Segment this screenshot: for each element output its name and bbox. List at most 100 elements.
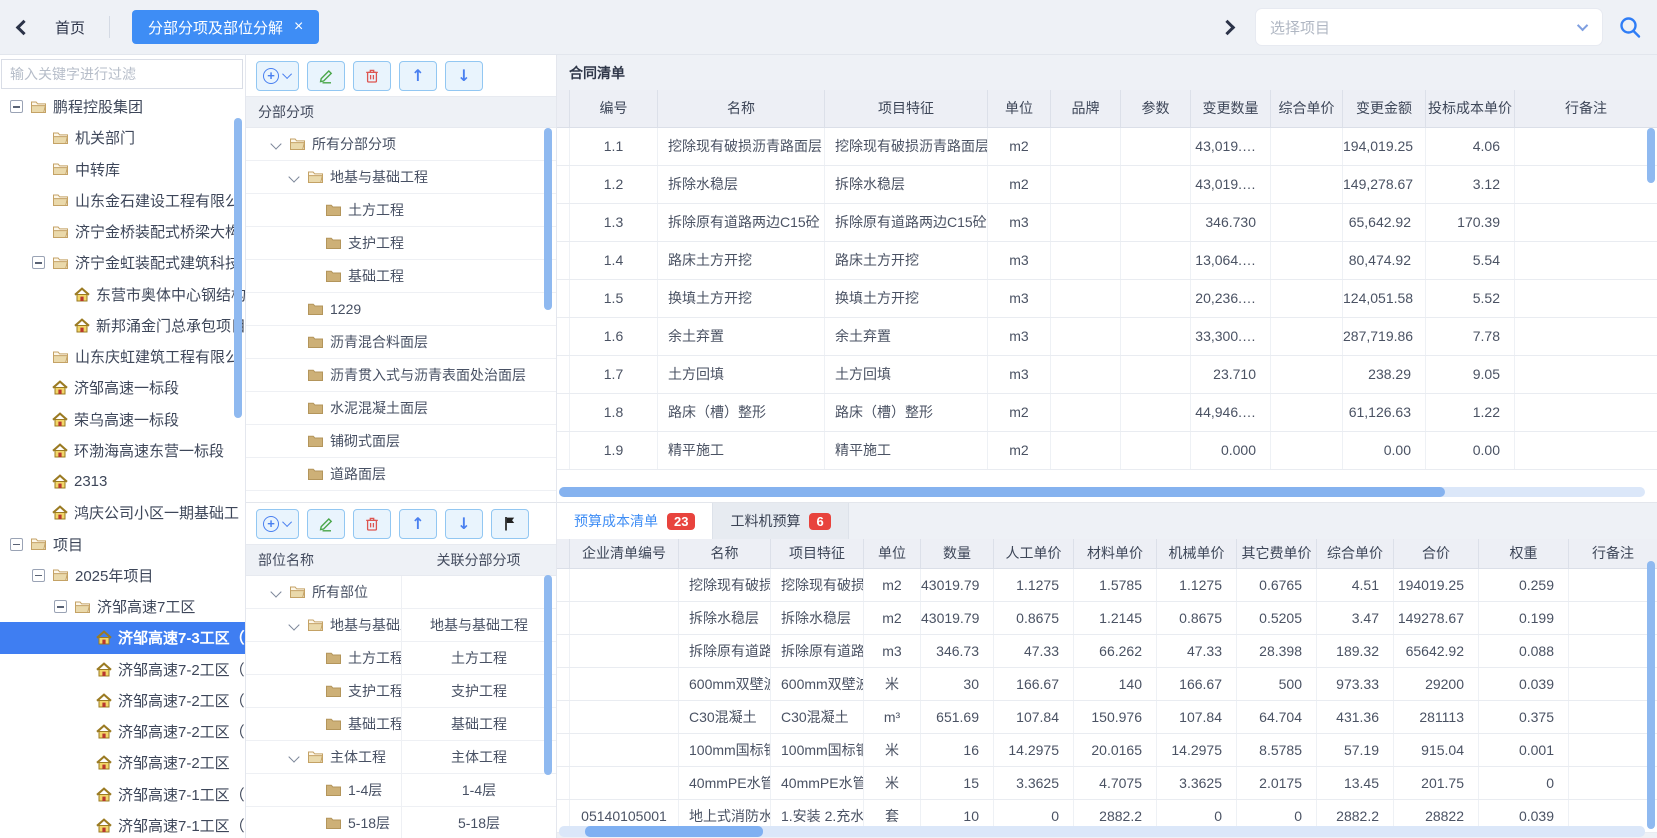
close-icon[interactable]: × bbox=[294, 19, 303, 35]
contract-table-row[interactable]: 1.5 换填土方开挖 换填土方开挖 m3 20,236.… 124,051.58… bbox=[557, 280, 1657, 318]
row-handle[interactable] bbox=[557, 318, 570, 355]
division-tree-row[interactable]: 水泥混凝土面层 bbox=[246, 392, 556, 425]
budget-table-row[interactable]: C30混凝土 C30混凝土 m³ 651.69 107.84 150.976 1… bbox=[557, 701, 1657, 734]
move-up-button[interactable]: ↑ bbox=[399, 509, 437, 539]
forward-icon[interactable] bbox=[1220, 19, 1236, 35]
sidebar-tree-item[interactable]: 荣乌高速一标段 bbox=[0, 404, 245, 435]
row-handle[interactable] bbox=[557, 356, 570, 393]
back-icon[interactable] bbox=[16, 19, 32, 35]
sidebar-tree-item[interactable]: 济邹高速一标段 bbox=[0, 372, 245, 403]
add-button[interactable]: + bbox=[256, 509, 299, 539]
move-down-button[interactable]: ↓ bbox=[445, 509, 483, 539]
col-header[interactable]: 企业清单编号 bbox=[570, 539, 679, 568]
delete-button[interactable] bbox=[353, 61, 391, 91]
chevron-down-icon[interactable] bbox=[288, 171, 299, 182]
contract-hscroll-thumb[interactable] bbox=[559, 487, 1445, 497]
add-button[interactable]: + bbox=[256, 61, 299, 91]
col-header[interactable]: 行备注 bbox=[1515, 90, 1657, 127]
col-header[interactable]: 人工单价 bbox=[994, 539, 1074, 568]
division-tree-row[interactable]: 道路面层 bbox=[246, 458, 556, 491]
collapse-box-icon[interactable] bbox=[32, 256, 45, 269]
col-header[interactable]: 数量 bbox=[921, 539, 994, 568]
sidebar-tree-item[interactable]: 机关部门 bbox=[0, 122, 245, 153]
sidebar-tree-item[interactable]: 济宁金桥装配式桥梁大构 bbox=[0, 216, 245, 247]
tab-budget-cost-list[interactable]: 预算成本清单 23 bbox=[557, 503, 713, 539]
part-tree-row[interactable]: 支护工程 支护工程 bbox=[246, 675, 556, 708]
col-header[interactable]: 参数 bbox=[1121, 90, 1191, 127]
budget-table-row[interactable]: 挖除现有破损沥青路面层 挖除现有破损沥青路面层 m2 43019.79 1.12… bbox=[557, 569, 1657, 602]
col-header[interactable]: 综合单价 bbox=[1271, 90, 1343, 127]
row-handle[interactable] bbox=[557, 668, 570, 700]
sidebar-tree-item[interactable]: 济邹高速7工区 bbox=[0, 591, 245, 622]
budget-table-row[interactable]: 拆除原有道路两边C15砼 拆除原有道路两边C15砼 m3 346.73 47.3… bbox=[557, 635, 1657, 668]
division-tree-row[interactable]: 地基与基础工程 bbox=[246, 161, 556, 194]
division-scrollbar[interactable] bbox=[544, 128, 552, 310]
sidebar-tree-item[interactable]: 济邹高速7-2工区（ bbox=[0, 654, 245, 685]
col-header[interactable]: 项目特征 bbox=[771, 539, 864, 568]
contract-table-row[interactable]: 1.4 路床土方开挖 路床土方开挖 m3 13,064.… 80,474.92 … bbox=[557, 242, 1657, 280]
budget-vscroll-thumb[interactable] bbox=[1647, 561, 1655, 829]
budget-table-row[interactable]: 600mm双壁波纹管 600mm双壁波纹管 米 30 166.67 140 16… bbox=[557, 668, 1657, 701]
sidebar-tree-item[interactable]: 济邹高速7-1工区（ bbox=[0, 779, 245, 810]
part-tree-row[interactable]: 地基与基础工程 地基与基础工程 bbox=[246, 609, 556, 642]
row-handle[interactable] bbox=[557, 734, 570, 766]
division-tree-row[interactable]: 支护工程 bbox=[246, 227, 556, 260]
sidebar-tree-item[interactable]: 山东庆虹建筑工程有限公 bbox=[0, 341, 245, 372]
col-header[interactable]: 名称 bbox=[658, 90, 825, 127]
col-header[interactable]: 行备注 bbox=[1569, 539, 1657, 568]
collapse-box-icon[interactable] bbox=[32, 569, 45, 582]
sidebar-tree-item[interactable]: 鹏程控股集团 bbox=[0, 91, 245, 122]
collapse-box-icon[interactable] bbox=[10, 538, 23, 551]
contract-table-row[interactable]: 1.2 拆除水稳层 拆除水稳层 m2 43,019.… 149,278.67 3… bbox=[557, 166, 1657, 204]
sidebar-tree-item[interactable]: 济宁金虹装配式建筑科技 bbox=[0, 247, 245, 278]
contract-table-row[interactable]: 1.7 土方回填 土方回填 m3 23.710 238.29 9.05 bbox=[557, 356, 1657, 394]
sidebar-tree-item[interactable]: 2313 bbox=[0, 466, 245, 497]
col-header[interactable]: 品牌 bbox=[1051, 90, 1121, 127]
sidebar-tree-item[interactable]: 济邹高速7-3工区（ bbox=[0, 622, 245, 653]
row-handle[interactable] bbox=[557, 280, 570, 317]
contract-table-row[interactable]: 1.8 路床（槽）整形 路床（槽）整形 m2 44,946.… 61,126.6… bbox=[557, 394, 1657, 432]
row-handle[interactable] bbox=[557, 602, 570, 634]
tab-labor-material-budget[interactable]: 工料机预算 6 bbox=[713, 503, 848, 539]
row-handle[interactable] bbox=[557, 394, 570, 431]
division-tree-row[interactable]: 沥青混合料面层 bbox=[246, 326, 556, 359]
part-tree-row[interactable]: 基础工程 基础工程 bbox=[246, 708, 556, 741]
tab-active[interactable]: 分部分项及部位分解 × bbox=[132, 10, 319, 44]
collapse-box-icon[interactable] bbox=[10, 100, 23, 113]
part-tree-row[interactable]: 所有部位 bbox=[246, 576, 556, 609]
col-header[interactable]: 项目特征 bbox=[825, 90, 988, 127]
row-handle[interactable] bbox=[557, 635, 570, 667]
budget-table-row[interactable]: 拆除水稳层 拆除水稳层 m2 43019.79 0.8675 1.2145 0.… bbox=[557, 602, 1657, 635]
chevron-down-icon[interactable] bbox=[288, 751, 299, 762]
sidebar-scrollbar[interactable] bbox=[234, 118, 242, 418]
delete-button[interactable] bbox=[353, 509, 391, 539]
contract-table-row[interactable]: 1.9 精平施工 精平施工 m2 0.000 0.00 0.00 bbox=[557, 432, 1657, 470]
sidebar-tree-item[interactable]: 鸿庆公司小区一期基础工 bbox=[0, 497, 245, 528]
chevron-down-icon[interactable] bbox=[288, 619, 299, 630]
chevron-down-icon[interactable] bbox=[270, 586, 281, 597]
row-handle[interactable] bbox=[557, 128, 570, 165]
move-up-button[interactable]: ↑ bbox=[399, 61, 437, 91]
part-tree-row[interactable]: 5-18层 5-18层 bbox=[246, 807, 556, 838]
division-tree-row[interactable]: 铺砌式面层 bbox=[246, 425, 556, 458]
move-down-button[interactable]: ↓ bbox=[445, 61, 483, 91]
sidebar-tree-item[interactable]: 环渤海高速东营一标段 bbox=[0, 435, 245, 466]
sidebar-tree-item[interactable]: 新邦涌金门总承包项目 bbox=[0, 310, 245, 341]
col-header[interactable]: 单位 bbox=[988, 90, 1051, 127]
contract-table-row[interactable]: 1.1 挖除现有破损沥青路面层 挖除现有破损沥青路面层 m2 43,019.… … bbox=[557, 128, 1657, 166]
row-handle[interactable] bbox=[557, 242, 570, 279]
col-header[interactable]: 权重 bbox=[1479, 539, 1569, 568]
col-header[interactable]: 合价 bbox=[1394, 539, 1479, 568]
col-header[interactable]: 名称 bbox=[679, 539, 771, 568]
collapse-box-icon[interactable] bbox=[54, 600, 67, 613]
search-icon[interactable] bbox=[1617, 14, 1643, 40]
division-tree-row[interactable]: 土方工程 bbox=[246, 194, 556, 227]
sidebar-tree-item[interactable]: 东营市奥体中心钢结构 bbox=[0, 279, 245, 310]
sidebar-tree-item[interactable]: 济邹高速7-1工区（ bbox=[0, 810, 245, 838]
part-scrollbar[interactable] bbox=[544, 575, 552, 775]
tab-home[interactable]: 首页 bbox=[55, 17, 85, 38]
contract-vscroll-thumb[interactable] bbox=[1647, 128, 1655, 183]
col-header[interactable]: 变更金额 bbox=[1343, 90, 1426, 127]
contract-table-row[interactable]: 1.6 余土弃置 余土弃置 m3 33,300.… 287,719.86 7.7… bbox=[557, 318, 1657, 356]
division-tree-row[interactable]: 基础工程 bbox=[246, 260, 556, 293]
